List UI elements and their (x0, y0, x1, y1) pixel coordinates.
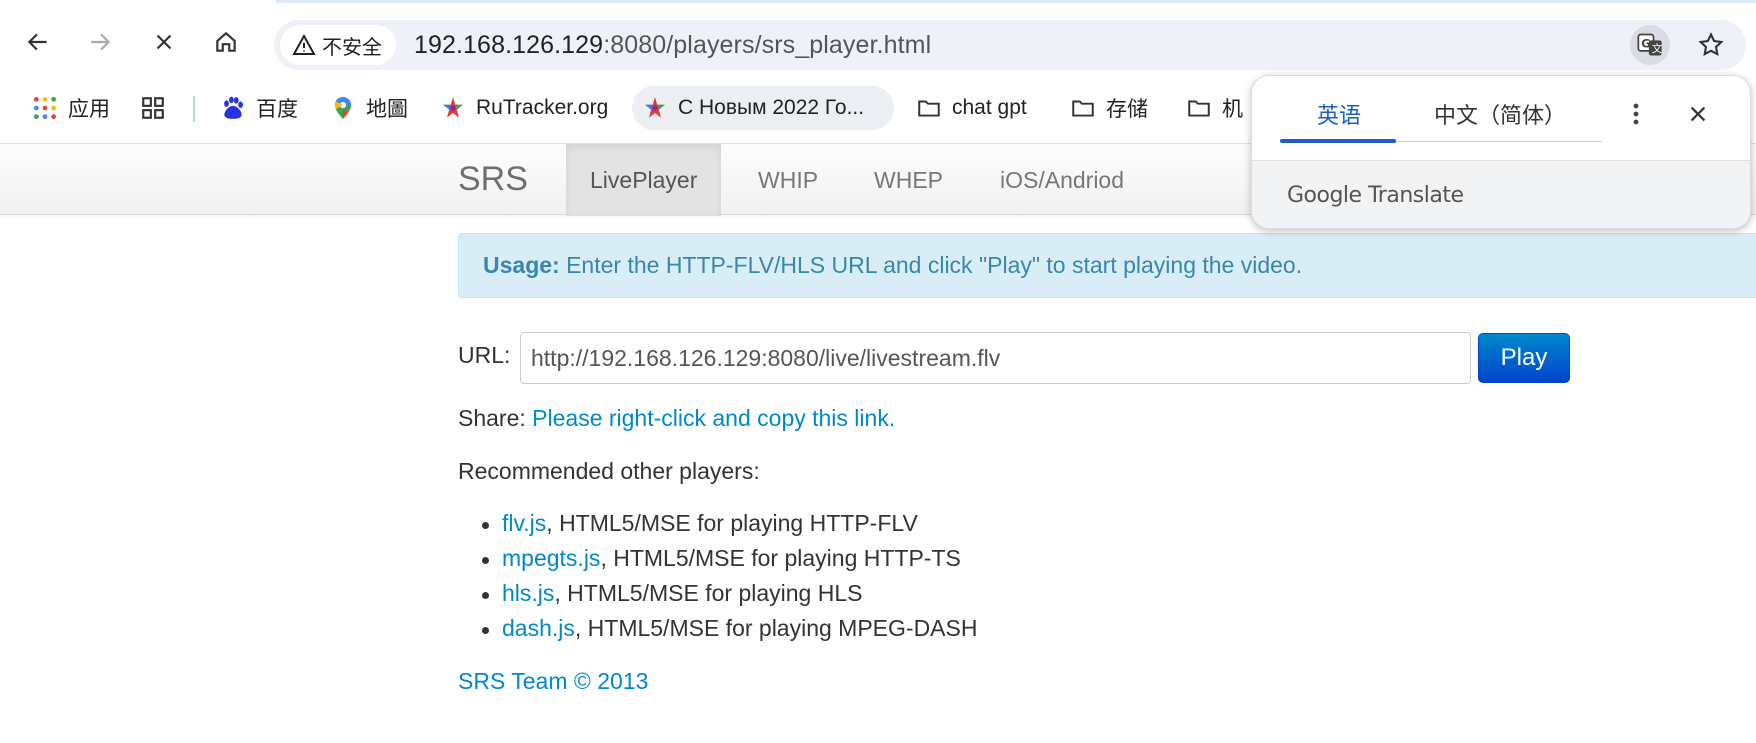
back-icon[interactable] (18, 22, 58, 62)
svg-text:文: 文 (1652, 42, 1663, 55)
stop-loading-icon[interactable] (144, 22, 184, 62)
forward-icon[interactable] (80, 22, 120, 62)
more-options-icon[interactable] (1620, 98, 1652, 130)
footer-link[interactable]: SRS Team © 2013 (458, 668, 648, 695)
browser-toolbar: 不安全 192.168.126.129:8080/players/srs_pla… (0, 0, 1756, 80)
url-label: URL: (458, 342, 511, 368)
stream-url-input[interactable] (520, 332, 1471, 384)
apps-grid-icon (33, 96, 57, 120)
bookmark-label: 存储 (1106, 98, 1148, 121)
translate-tab-target[interactable]: 中文（简体） (1434, 98, 1566, 130)
tab-ios-android[interactable]: iOS/Andriod (976, 144, 1148, 216)
player-link-hlsjs[interactable]: hls.js (502, 580, 554, 606)
translate-tab-source[interactable]: 英语 (1317, 98, 1361, 130)
folder-icon (1072, 100, 1094, 117)
recommended-heading: Recommended other players: (458, 458, 760, 484)
bookmark-apps[interactable]: 应用 (22, 86, 120, 130)
share-label: Share: (458, 405, 533, 431)
list-item: mpegts.js, HTML5/MSE for playing HTTP-TS (481, 545, 977, 580)
bookmark-rutracker[interactable]: RuTracker.org (430, 86, 618, 130)
bookmark-newyear[interactable]: С Новым 2022 Го... (632, 86, 894, 130)
address-bar[interactable]: 不安全 192.168.126.129:8080/players/srs_pla… (274, 20, 1746, 70)
folder-icon (918, 100, 940, 117)
bookmark-label: С Новым 2022 Го... (678, 96, 865, 119)
brand-google: Google (1287, 183, 1362, 208)
security-label: 不安全 (322, 36, 382, 59)
player-desc: , HTML5/MSE for playing HTTP-FLV (546, 510, 918, 536)
security-chip[interactable]: 不安全 (280, 25, 396, 65)
list-item: flv.js, HTML5/MSE for playing HTTP-FLV (481, 510, 977, 545)
player-desc: , HTML5/MSE for playing HTTP-TS (600, 545, 961, 571)
player-desc: , HTML5/MSE for playing MPEG-DASH (574, 615, 978, 641)
tab-whep[interactable]: WHEP (850, 144, 967, 216)
bookmark-folder-3[interactable]: 机 (1176, 86, 1253, 130)
warning-icon (292, 33, 316, 55)
bookmark-label: 应用 (68, 98, 110, 121)
home-icon[interactable] (206, 22, 246, 62)
tab-liveplayer[interactable]: LivePlayer (566, 144, 722, 216)
share-link[interactable]: Please right-click and copy this link. (532, 405, 895, 431)
bookmark-label: 地圖 (366, 98, 408, 121)
url-path: :8080/players/srs_player.html (603, 31, 932, 59)
bookmark-baidu[interactable]: 百度 (210, 86, 308, 130)
url-host: 192.168.126.129 (414, 31, 604, 59)
bookmark-label: 百度 (256, 98, 298, 121)
google-translate-logo: Google Translate (1287, 183, 1464, 208)
bookmark-star-icon[interactable] (1694, 28, 1728, 62)
bookmark-folder-storage[interactable]: 存储 (1060, 86, 1158, 130)
tab-divider (1396, 141, 1602, 142)
tab-strip-edge (276, 0, 1756, 3)
bookmark-maps[interactable]: 地圖 (320, 86, 418, 130)
maps-pin-icon (334, 97, 352, 119)
bookmark-tab-groups[interactable] (130, 86, 176, 130)
share-line: Share: Please right-click and copy this … (458, 405, 895, 432)
play-button[interactable]: Play (1478, 333, 1570, 383)
translate-popup: 英语 中文（简体） Google Translate (1251, 75, 1751, 229)
rutracker-star-icon (645, 97, 665, 118)
bookmark-label: RuTracker.org (476, 96, 609, 119)
list-item: hls.js, HTML5/MSE for playing HLS (481, 580, 977, 615)
bookmark-label: chat gpt (952, 96, 1027, 119)
list-item: dash.js, HTML5/MSE for playing MPEG-DASH (481, 615, 978, 650)
close-icon[interactable] (1682, 98, 1714, 130)
usage-label: Usage: (483, 252, 560, 278)
bookmark-folder-chatgpt[interactable]: chat gpt (906, 86, 1037, 130)
players-list: flv.js, HTML5/MSE for playing HTTP-FLV m… (481, 510, 978, 650)
rutracker-star-icon (443, 97, 463, 118)
grid-icon (142, 97, 164, 119)
translate-footer: Google Translate (1252, 160, 1750, 228)
bookmarks-separator (193, 96, 195, 122)
brand-translate: Translate (1361, 183, 1464, 208)
player-link-dashjs[interactable]: dash.js (502, 615, 575, 641)
folder-icon (1188, 100, 1210, 117)
url-text[interactable]: 192.168.126.129:8080/players/srs_player.… (414, 31, 931, 60)
usage-text: Enter the HTTP-FLV/HLS URL and click "Pl… (559, 252, 1303, 278)
player-link-mpegtsjs[interactable]: mpegts.js (502, 545, 600, 571)
player-desc: , HTML5/MSE for playing HLS (554, 580, 863, 606)
active-tab-indicator (1280, 139, 1396, 143)
usage-alert: Usage: Enter the HTTP-FLV/HLS URL and cl… (458, 233, 1756, 298)
baidu-paw-icon (224, 96, 243, 119)
srs-brand[interactable]: SRS (458, 160, 528, 199)
translate-icon[interactable]: G文 (1630, 25, 1670, 65)
bookmark-label: 机 (1222, 98, 1243, 121)
player-link-flvjs[interactable]: flv.js (502, 510, 546, 536)
tab-whip[interactable]: WHIP (734, 144, 842, 216)
